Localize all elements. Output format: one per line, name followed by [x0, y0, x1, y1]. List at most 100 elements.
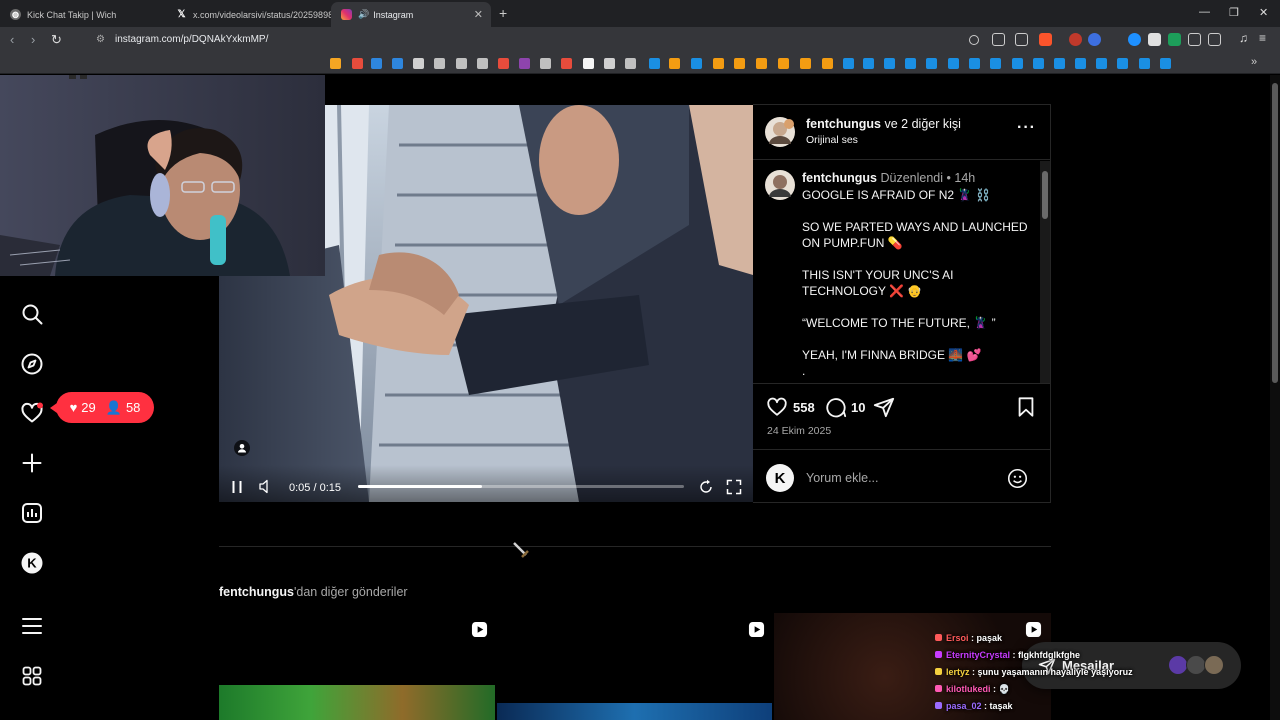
post-date[interactable]: 24 Ekim 2025 — [767, 425, 831, 437]
profile-avatar-icon[interactable]: K — [20, 551, 44, 575]
zoom-icon[interactable] — [969, 35, 979, 45]
emoji-icon[interactable] — [1007, 468, 1028, 489]
post-thumbnail[interactable] — [497, 613, 772, 720]
volume-icon[interactable] — [258, 479, 272, 494]
comment-input[interactable]: Yorum ekle... — [806, 471, 879, 485]
extension-icon[interactable] — [1128, 33, 1141, 46]
bookmark-favicon-icon[interactable] — [604, 58, 615, 69]
audio-label[interactable]: Orijinal ses — [806, 134, 858, 146]
bookmark-favicon-icon[interactable] — [1096, 58, 1107, 69]
bookmark-favicon-icon[interactable] — [1117, 58, 1128, 69]
minimize-icon[interactable]: — — [1199, 6, 1210, 18]
page-scroll-thumb[interactable] — [1272, 83, 1278, 383]
close-tab-icon[interactable]: ✕ — [474, 8, 483, 21]
bookmark-favicon-icon[interactable] — [1054, 58, 1065, 69]
bookmark-favicon-icon[interactable] — [1139, 58, 1150, 69]
rewind-icon[interactable] — [698, 479, 714, 495]
maximize-icon[interactable]: ❐ — [1229, 6, 1239, 19]
create-icon[interactable] — [20, 451, 44, 475]
bookmark-favicon-icon[interactable] — [456, 58, 467, 69]
bookmark-favicon-icon[interactable] — [352, 58, 363, 69]
bookmark-favicon-icon[interactable] — [519, 58, 530, 69]
post-author[interactable]: fentchungus — [806, 117, 881, 131]
tab-x-status[interactable]: 𝕏 x.com/videolarsivi/status/2025989816 — [166, 2, 331, 27]
bookmark-favicon-icon[interactable] — [392, 58, 403, 69]
bookmark-favicon-icon[interactable] — [691, 58, 702, 69]
caption-author[interactable]: fentchungus — [802, 171, 877, 185]
comment-icon[interactable] — [825, 396, 847, 418]
bookmark-favicon-icon[interactable] — [477, 58, 488, 69]
dashboard-icon[interactable] — [20, 501, 44, 525]
search-icon[interactable] — [20, 302, 44, 326]
caption-author-avatar[interactable] — [765, 170, 795, 200]
sidebar-toggle-icon[interactable] — [1208, 33, 1221, 46]
comments-count[interactable]: 10 — [851, 400, 865, 415]
notification-badge[interactable]: ♥ 29 👤 58 — [50, 392, 154, 423]
url-field[interactable]: instagram.com/p/DQNAkYxkmMP/ — [115, 34, 268, 45]
page-scrollbar[interactable] — [1270, 75, 1280, 720]
bookmark-favicon-icon[interactable] — [884, 58, 895, 69]
pause-icon[interactable] — [231, 480, 243, 494]
bookmark-favicon-icon[interactable] — [948, 58, 959, 69]
bookmark-favicon-icon[interactable] — [330, 58, 341, 69]
bookmark-favicon-icon[interactable] — [1075, 58, 1086, 69]
more-options-icon[interactable]: ··· — [1017, 119, 1036, 137]
bookmark-favicon-icon[interactable] — [371, 58, 382, 69]
bookmark-favicon-icon[interactable] — [969, 58, 980, 69]
bookmark-favicon-icon[interactable] — [905, 58, 916, 69]
bookmark-favicon-icon[interactable] — [1012, 58, 1023, 69]
bookmark-favicon-icon[interactable] — [540, 58, 551, 69]
bookmark-favicon-icon[interactable] — [713, 58, 724, 69]
bookmark-favicon-icon[interactable] — [800, 58, 811, 69]
extension-icon[interactable] — [1148, 33, 1161, 46]
bookmark-favicon-icon[interactable] — [863, 58, 874, 69]
forward-icon[interactable]: › — [31, 32, 35, 47]
cast-icon[interactable] — [992, 33, 1005, 46]
also-from-meta-icon[interactable] — [20, 664, 44, 688]
caption-scroll-thumb[interactable] — [1042, 171, 1048, 219]
bookmark-favicon-icon[interactable] — [990, 58, 1001, 69]
media-icon[interactable]: ♫ — [1239, 31, 1252, 45]
bookmark-favicon-icon[interactable] — [498, 58, 509, 69]
bookmark-favicon-icon[interactable] — [734, 58, 745, 69]
likes-count[interactable]: 558 — [793, 400, 815, 415]
bookmark-favicon-icon[interactable] — [669, 58, 680, 69]
more-menu-icon[interactable] — [20, 614, 44, 638]
caption-scrollbar[interactable] — [1040, 161, 1050, 383]
brave-shield-icon[interactable] — [1039, 33, 1052, 46]
tab-kick-chat[interactable]: ◍ Kick Chat Takip | Wich — [0, 2, 166, 27]
share-icon[interactable] — [1015, 33, 1028, 46]
extension-icon[interactable] — [1188, 33, 1201, 46]
new-tab-button[interactable]: + — [499, 5, 507, 21]
extension-icon[interactable] — [1069, 33, 1082, 46]
post-thumbnail[interactable] — [219, 613, 495, 720]
explore-icon[interactable] — [20, 352, 44, 376]
reload-icon[interactable]: ↻ — [51, 32, 62, 48]
bookmark-favicon-icon[interactable] — [561, 58, 572, 69]
notifications-heart-icon[interactable] — [20, 401, 44, 425]
bookmark-favicon-icon[interactable] — [625, 58, 636, 69]
close-window-icon[interactable]: ✕ — [1259, 6, 1268, 19]
bookmark-favicon-icon[interactable] — [843, 58, 854, 69]
bookmark-favicon-icon[interactable] — [822, 58, 833, 69]
more-posts-author[interactable]: fentchungus — [219, 585, 294, 599]
tagged-user-icon[interactable] — [234, 440, 250, 456]
site-settings-icon[interactable]: ⚙ — [96, 34, 105, 45]
bookmark-favicon-icon[interactable] — [1033, 58, 1044, 69]
bookmark-favicon-icon[interactable] — [583, 58, 594, 69]
tab-instagram[interactable]: 🔊 Instagram ✕ — [331, 2, 491, 27]
video-progress-bar[interactable] — [358, 485, 684, 488]
bookmark-favicon-icon[interactable] — [1160, 58, 1171, 69]
post-coauthors[interactable]: ve 2 diğer kişi — [884, 117, 960, 131]
bookmark-favicon-icon[interactable] — [434, 58, 445, 69]
bookmark-favicon-icon[interactable] — [926, 58, 937, 69]
more-bookmarks-icon[interactable]: » — [1251, 56, 1257, 68]
bookmark-favicon-icon[interactable] — [756, 58, 767, 69]
like-icon[interactable] — [766, 396, 788, 418]
bookmark-favicon-icon[interactable] — [649, 58, 660, 69]
extension-icon[interactable] — [1168, 33, 1181, 46]
bookmark-favicon-icon[interactable] — [778, 58, 789, 69]
fullscreen-icon[interactable] — [726, 479, 742, 495]
back-icon[interactable]: ‹ — [10, 32, 14, 47]
author-avatar[interactable] — [765, 117, 795, 147]
